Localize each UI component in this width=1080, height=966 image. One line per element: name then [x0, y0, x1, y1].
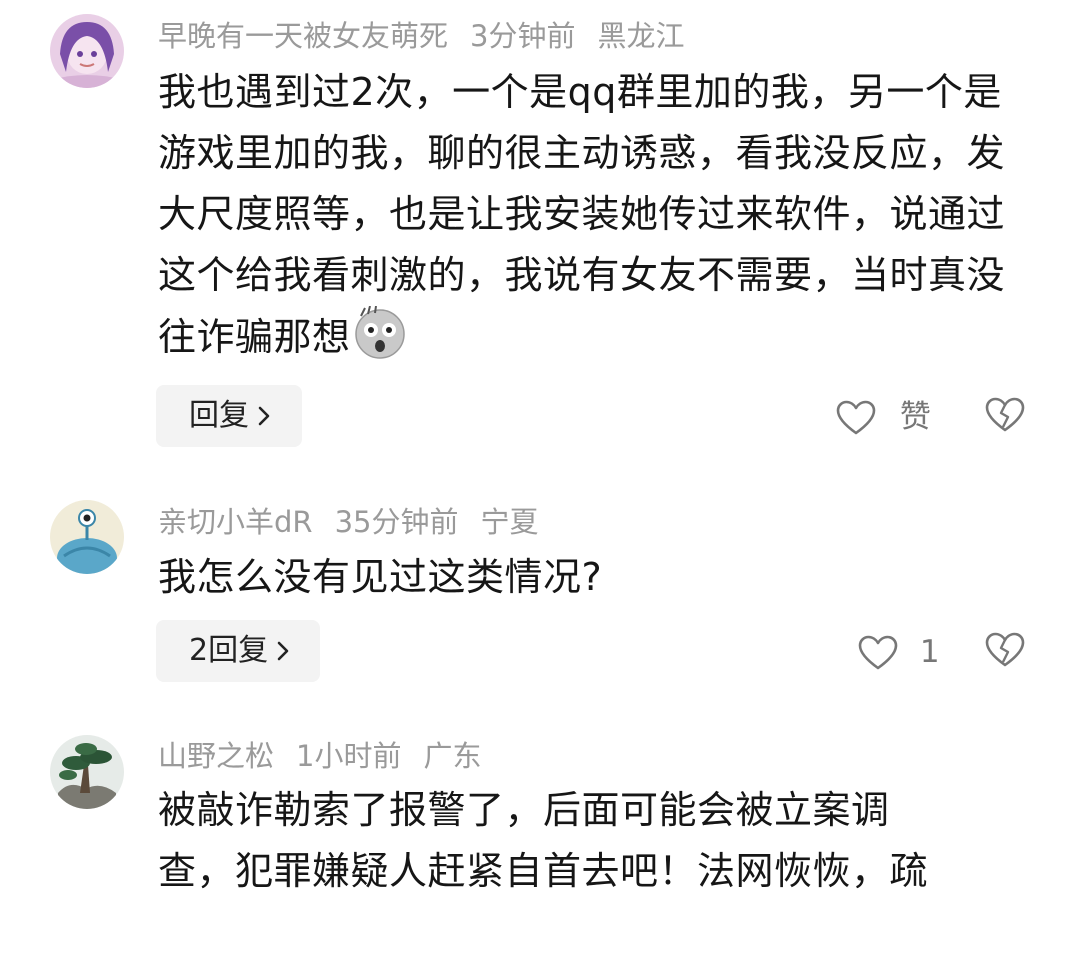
username[interactable]: 山野之松 [158, 739, 274, 773]
comment-body-line: 被敲诈勒索了报警了，后面可能会被立案调 [158, 788, 890, 832]
comment-text: 被敲诈勒索了报警了，后面可能会被立案调 查，犯罪嫌疑人赶紧自首去吧！法网恢恢，疏 [158, 780, 1038, 902]
comment-body-line: 查，犯罪嫌疑人赶紧自首去吧！法网恢恢，疏 [158, 849, 929, 893]
comment-item: 山野之松 1小时前 广东 被敲诈勒索了报警了，后面可能会被立案调 查，犯罪嫌疑人赶紧… [0, 0, 1080, 966]
location: 广东 [423, 739, 482, 773]
user-avatar[interactable] [50, 735, 124, 809]
timestamp: 1小时前 [296, 739, 402, 773]
comment-meta: 山野之松 1小时前 广东 [158, 736, 503, 776]
